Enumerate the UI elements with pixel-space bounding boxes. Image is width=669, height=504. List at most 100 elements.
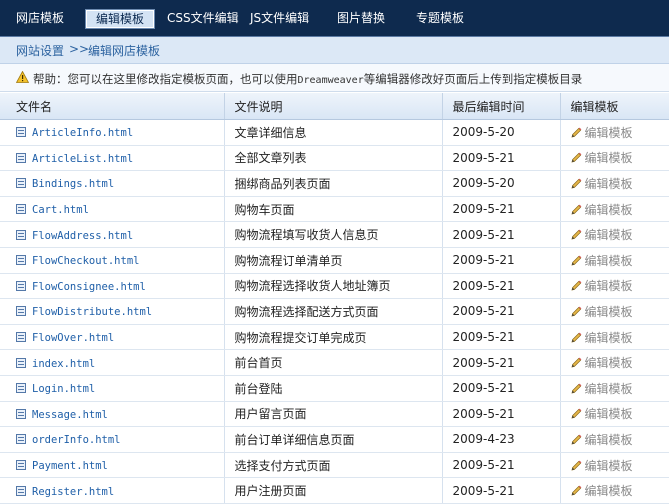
file-cell: ArticleInfo.html <box>0 119 225 146</box>
file-link[interactable]: Payment.html <box>32 460 108 472</box>
table-row: FlowCheckout.html 购物流程订单清单页 2009-5-21 编辑模板 <box>0 247 669 274</box>
table-row: FlowConsignee.html 购物流程选择收货人地址簿页 2009-5-21… <box>0 273 669 300</box>
tab-topic-templates[interactable]: 专题模板 <box>412 9 468 27</box>
edit-template-link[interactable]: 编辑模板 <box>585 459 633 473</box>
table-row: Register.html 用户注册页面 2009-5-21 编辑模板 <box>0 477 669 504</box>
table-row: index.html 前台首页 2009-5-21 编辑模板 <box>0 349 669 376</box>
pencil-icon <box>571 485 581 496</box>
description-cell: 前台首页 <box>224 349 443 376</box>
breadcrumb: 网站设置 >> 编辑网店模板 <box>0 37 669 64</box>
file-link[interactable]: ArticleList.html <box>32 153 133 165</box>
description-cell: 选择支付方式页面 <box>224 452 443 479</box>
file-link[interactable]: ArticleInfo.html <box>32 127 133 139</box>
table-row: Bindings.html 捆绑商品列表页面 2009-5-20 编辑模板 <box>0 170 669 197</box>
edit-template-link[interactable]: 编辑模板 <box>585 254 633 268</box>
edit-template-link[interactable]: 编辑模板 <box>585 484 633 498</box>
edit-cell: 编辑模板 <box>560 324 669 351</box>
tab-edit-templates[interactable]: 编辑模板 <box>84 9 156 29</box>
pencil-icon <box>571 306 581 317</box>
description-cell: 购物流程订单清单页 <box>224 247 443 274</box>
description-cell: 前台订单详细信息页面 <box>224 426 443 453</box>
table-row: ArticleInfo.html 文章详细信息 2009-5-20 编辑模板 <box>0 119 669 146</box>
file-link[interactable]: index.html <box>32 358 95 370</box>
edit-template-link[interactable]: 编辑模板 <box>585 279 633 293</box>
description-cell: 购物流程提交订单完成页 <box>224 324 443 351</box>
file-link[interactable]: FlowConsignee.html <box>32 281 146 293</box>
date-cell: 2009-5-21 <box>442 349 561 376</box>
tab-css-edit[interactable]: CSS文件编辑 <box>163 9 243 27</box>
tab-image-replace[interactable]: 图片替换 <box>333 9 389 27</box>
file-link[interactable]: Message.html <box>32 409 108 421</box>
edit-template-link[interactable]: 编辑模板 <box>585 382 633 396</box>
breadcrumb-root[interactable]: 网站设置 <box>16 42 64 59</box>
document-icon <box>16 332 26 343</box>
edit-template-link[interactable]: 编辑模板 <box>585 203 633 217</box>
edit-cell: 编辑模板 <box>560 298 669 325</box>
description-cell: 前台登陆 <box>224 375 443 402</box>
file-link[interactable]: Bindings.html <box>32 178 114 190</box>
edit-template-link[interactable]: 编辑模板 <box>585 305 633 319</box>
edit-template-link[interactable]: 编辑模板 <box>585 151 633 165</box>
document-icon <box>16 255 26 266</box>
table-row: Login.html 前台登陆 2009-5-21 编辑模板 <box>0 375 669 402</box>
help-text: 帮助：您可以在这里修改指定模板页面，也可以使用Dreamweaver等编辑器修改… <box>33 71 582 87</box>
file-link[interactable]: FlowDistribute.html <box>32 306 152 318</box>
edit-cell: 编辑模板 <box>560 119 669 146</box>
edit-template-link[interactable]: 编辑模板 <box>585 407 633 421</box>
description-cell: 购物流程填写收货人信息页 <box>224 221 443 248</box>
file-link[interactable]: Login.html <box>32 383 95 395</box>
help-suffix: 等编辑器修改好页面后上传到指定模板目录 <box>363 72 583 86</box>
file-cell: FlowDistribute.html <box>0 298 225 325</box>
table-row: Payment.html 选择支付方式页面 2009-5-21 编辑模板 <box>0 452 669 479</box>
description-cell: 购物车页面 <box>224 196 443 223</box>
file-link[interactable]: FlowOver.html <box>32 332 114 344</box>
date-cell: 2009-5-20 <box>442 119 561 146</box>
description-cell: 购物流程选择收货人地址簿页 <box>224 273 443 300</box>
edit-cell: 编辑模板 <box>560 221 669 248</box>
date-cell: 2009-5-21 <box>442 221 561 248</box>
description-cell: 文章详细信息 <box>224 119 443 146</box>
file-cell: Login.html <box>0 375 225 402</box>
table-row: Cart.html 购物车页面 2009-5-21 编辑模板 <box>0 196 669 223</box>
edit-cell: 编辑模板 <box>560 196 669 223</box>
file-cell: Cart.html <box>0 196 225 223</box>
edit-cell: 编辑模板 <box>560 349 669 376</box>
document-icon <box>16 204 26 215</box>
tab-shop-templates[interactable]: 网店模板 <box>12 9 68 27</box>
file-cell: FlowCheckout.html <box>0 247 225 274</box>
table-row: orderInfo.html 前台订单详细信息页面 2009-4-23 编辑模板 <box>0 426 669 453</box>
file-link[interactable]: orderInfo.html <box>32 434 121 446</box>
tab-js-edit[interactable]: JS文件编辑 <box>246 9 313 27</box>
header-description: 文件说明 <box>224 93 443 120</box>
date-cell: 2009-5-21 <box>442 324 561 351</box>
pencil-icon <box>571 255 581 266</box>
table-row: FlowOver.html 购物流程提交订单完成页 2009-5-21 编辑模板 <box>0 324 669 351</box>
file-link[interactable]: Cart.html <box>32 204 89 216</box>
edit-cell: 编辑模板 <box>560 452 669 479</box>
document-icon <box>16 280 26 291</box>
edit-template-link[interactable]: 编辑模板 <box>585 331 633 345</box>
file-cell: ArticleList.html <box>0 145 225 172</box>
edit-template-link[interactable]: 编辑模板 <box>585 433 633 447</box>
edit-template-link[interactable]: 编辑模板 <box>585 126 633 140</box>
file-cell: index.html <box>0 349 225 376</box>
top-nav: 网店模板 编辑模板 CSS文件编辑 JS文件编辑 图片替换 专题模板 <box>0 0 669 37</box>
edit-cell: 编辑模板 <box>560 145 669 172</box>
edit-template-link[interactable]: 编辑模板 <box>585 177 633 191</box>
help-app-name: Dreamweaver <box>297 75 364 86</box>
pencil-icon <box>571 408 581 419</box>
file-link[interactable]: Register.html <box>32 486 114 498</box>
description-cell: 全部文章列表 <box>224 145 443 172</box>
date-cell: 2009-5-20 <box>442 170 561 197</box>
document-icon <box>16 229 26 240</box>
description-cell: 用户注册页面 <box>224 477 443 504</box>
file-link[interactable]: FlowAddress.html <box>32 230 133 242</box>
file-link[interactable]: FlowCheckout.html <box>32 255 139 267</box>
edit-template-link[interactable]: 编辑模板 <box>585 228 633 242</box>
file-cell: orderInfo.html <box>0 426 225 453</box>
help-prefix: 帮助：您可以在这里修改指定模板页面，也可以使用 <box>33 72 298 86</box>
document-icon <box>16 178 26 189</box>
edit-template-link[interactable]: 编辑模板 <box>585 356 633 370</box>
header-filename: 文件名 <box>0 93 225 120</box>
pencil-icon <box>571 204 581 215</box>
